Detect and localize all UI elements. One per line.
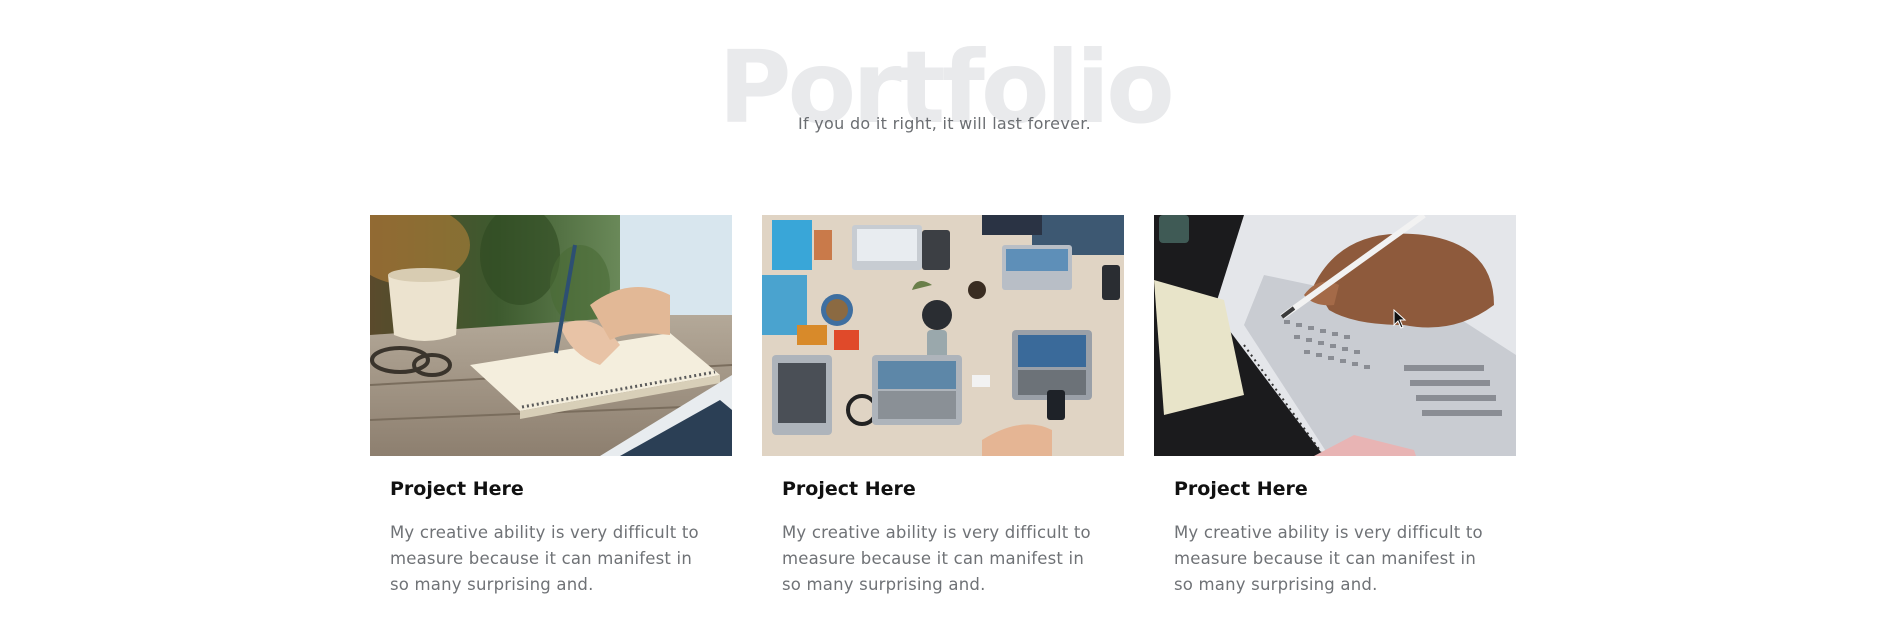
project-card[interactable]: Project Here My creative ability is very… bbox=[762, 215, 1124, 598]
project-image-team[interactable] bbox=[762, 215, 1124, 456]
project-title[interactable]: Project Here bbox=[390, 478, 732, 500]
section-heading: Portfolio If you do it right, it will la… bbox=[0, 30, 1889, 140]
section-subtitle: If you do it right, it will last forever… bbox=[797, 114, 1092, 133]
writing-notebook-photo bbox=[370, 215, 732, 456]
project-image-writing[interactable] bbox=[370, 215, 732, 456]
portfolio-page: Portfolio If you do it right, it will la… bbox=[0, 0, 1889, 621]
project-description: My creative ability is very difficult to… bbox=[1174, 523, 1483, 594]
project-card[interactable]: Project Here My creative ability is very… bbox=[370, 215, 732, 598]
project-title[interactable]: Project Here bbox=[782, 478, 1124, 500]
project-description: My creative ability is very difficult to… bbox=[782, 523, 1091, 594]
project-grid: Project Here My creative ability is very… bbox=[370, 215, 1516, 615]
mouse-cursor-icon bbox=[1393, 309, 1407, 329]
project-description: My creative ability is very difficult to… bbox=[390, 523, 699, 594]
project-image-answersheet[interactable] bbox=[1154, 215, 1516, 456]
project-title[interactable]: Project Here bbox=[1174, 478, 1516, 500]
team-laptops-desk-photo bbox=[762, 215, 1124, 456]
project-card[interactable]: Project Here My creative ability is very… bbox=[1154, 215, 1516, 598]
answer-sheet-pencil-photo bbox=[1154, 215, 1516, 456]
